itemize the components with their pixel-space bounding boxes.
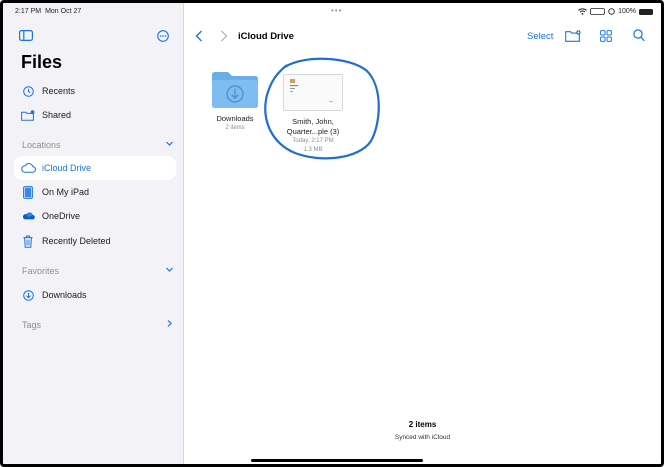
more-options-icon[interactable] [157, 30, 169, 42]
main-pane: ••• 100% iCloud Drive Select Downloads 2… [184, 3, 661, 464]
sidebar-item-icloud-drive[interactable]: iCloud Drive [14, 156, 176, 180]
page-title: iCloud Drive [238, 31, 294, 42]
forward-chevron-icon[interactable] [220, 30, 228, 42]
sidebar-item-downloads[interactable]: Downloads [3, 283, 175, 307]
section-header-tags[interactable]: Tags [22, 320, 174, 330]
battery-percent: 100% [618, 8, 636, 15]
sidebar: 2:17 PM Mon Oct 27 Files Recents Shared L… [3, 3, 184, 464]
sidebar-item-label: On My iPad [42, 187, 90, 197]
orientation-lock-icon [608, 8, 615, 15]
download-circle-icon [20, 287, 36, 303]
chevron-right-icon [167, 320, 172, 327]
file-meta: 2 items [225, 125, 245, 131]
folder-icon [212, 72, 258, 108]
ipad-screen: 2:17 PM Mon Oct 27 Files Recents Shared L… [0, 0, 664, 467]
view-grid-icon[interactable] [600, 30, 612, 42]
sidebar-item-recently-deleted[interactable]: Recently Deleted [3, 229, 175, 253]
select-button[interactable]: Select [527, 31, 553, 42]
sidebar-item-label: OneDrive [42, 211, 81, 221]
folder-item-downloads[interactable]: Downloads 2 items [204, 71, 266, 133]
section-header-locations[interactable]: Locations [22, 140, 174, 150]
shared-folder-icon [20, 107, 36, 123]
section-header-label: Favorites [22, 266, 60, 276]
sync-status: Synced with iCloud [394, 434, 451, 441]
sidebar-item-onedrive[interactable]: OneDrive [3, 204, 175, 228]
sidebar-item-label: Downloads [42, 290, 87, 300]
sidebar-item-recents[interactable]: Recents [3, 79, 175, 103]
sidebar-item-label: iCloud Drive [42, 163, 92, 173]
sidebar-item-label: Recently Deleted [42, 236, 111, 246]
home-indicator[interactable] [251, 459, 423, 462]
trash-icon [20, 233, 36, 249]
battery-icon [639, 8, 653, 15]
ipad-icon [20, 184, 36, 200]
vpn-badge-icon [590, 8, 605, 15]
back-chevron-icon[interactable] [195, 30, 203, 42]
search-icon[interactable] [633, 29, 645, 42]
sidebar-item-on-my-ipad[interactable]: On My iPad [3, 180, 175, 204]
multitasking-dots-icon[interactable]: ••• [331, 6, 342, 15]
item-count: 2 items [408, 420, 437, 429]
chevron-down-icon [166, 267, 173, 272]
new-folder-icon[interactable] [565, 30, 581, 42]
section-header-favorites[interactable]: Favorites [22, 266, 174, 276]
clock-icon [20, 83, 36, 99]
cloud-icon [20, 160, 36, 176]
annotation-circle [264, 57, 380, 160]
onedrive-icon [20, 208, 36, 224]
sidebar-toggle-icon[interactable] [19, 30, 33, 41]
status-date: Mon Oct 27 [45, 8, 82, 15]
section-header-label: Tags [22, 320, 42, 330]
status-time-date: 2:17 PM Mon Oct 27 [15, 8, 81, 15]
section-header-label: Locations [22, 140, 61, 150]
sidebar-item-label: Shared [42, 110, 72, 120]
sidebar-title: Files [21, 52, 63, 72]
chevron-down-icon [166, 141, 173, 146]
wifi-icon [578, 8, 587, 15]
status-time: 2:17 PM [15, 8, 42, 15]
status-indicators: 100% [578, 8, 653, 15]
file-name: Downloads [216, 114, 254, 123]
sidebar-item-shared[interactable]: Shared [3, 103, 175, 127]
sidebar-item-label: Recents [42, 86, 76, 96]
